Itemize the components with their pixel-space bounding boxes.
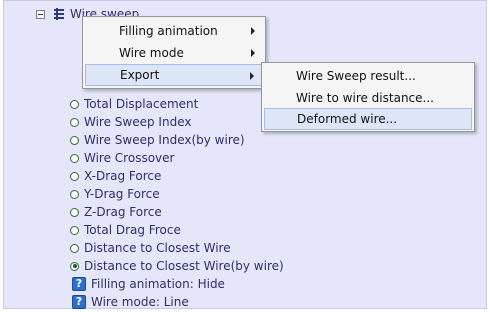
radio-icon[interactable]	[70, 207, 79, 217]
tree-item-filling-animation-info[interactable]: ? Filling animation: Hide	[72, 275, 225, 293]
tree-item-label: Wire Sweep Index	[84, 115, 192, 129]
tree-item-label: Distance to Closest Wire(by wire)	[84, 259, 284, 273]
tree-item-label: Wire Crossover	[84, 151, 175, 165]
tree-item-label: Wire Sweep Index(by wire)	[84, 133, 245, 147]
menu-item-label: Wire to wire distance...	[296, 91, 434, 105]
menu-item-wire-to-wire-distance[interactable]: Wire to wire distance...	[264, 87, 472, 109]
context-menu: Filling animation Wire mode Export	[82, 16, 266, 89]
collapse-icon[interactable]	[36, 9, 45, 19]
menu-item-label: Wire Sweep result...	[296, 69, 416, 83]
wire-sweep-icon	[54, 8, 64, 20]
submenu-arrow-icon	[250, 72, 254, 80]
tree-item-label: Filling animation: Hide	[91, 277, 225, 291]
tree-item-distance-closest-wire-by-wire[interactable]: Distance to Closest Wire(by wire)	[70, 257, 284, 275]
tree-item-label: Total Displacement	[84, 97, 199, 111]
menu-item-label: Deformed wire...	[297, 112, 398, 126]
submenu-arrow-icon	[251, 49, 255, 57]
tree-item-label: Y-Drag Force	[84, 187, 160, 201]
tree-item-y-drag-force[interactable]: Y-Drag Force	[70, 185, 160, 203]
help-icon: ?	[72, 295, 86, 309]
radio-icon[interactable]	[70, 243, 79, 253]
menu-item-wire-mode[interactable]: Wire mode	[85, 42, 263, 64]
radio-icon[interactable]	[70, 153, 79, 163]
radio-icon[interactable]	[70, 135, 79, 145]
menu-item-label: Wire mode	[119, 46, 184, 60]
tree-item-label: Total Drag Froce	[84, 223, 181, 237]
tree-item-label: X-Drag Force	[84, 169, 162, 183]
radio-icon[interactable]	[70, 225, 79, 235]
menu-item-filling-animation[interactable]: Filling animation	[85, 20, 263, 42]
tree-item-wire-sweep-index[interactable]: Wire Sweep Index	[70, 113, 191, 131]
help-icon: ?	[72, 277, 86, 291]
menu-item-wire-sweep-result[interactable]: Wire Sweep result...	[264, 65, 472, 87]
tree-item-label: Wire mode: Line	[91, 295, 189, 309]
tree-item-label: Distance to Closest Wire	[84, 241, 231, 255]
tree-item-label: Z-Drag Force	[84, 205, 162, 219]
menu-item-deformed-wire[interactable]: Deformed wire...	[264, 108, 472, 130]
menu-item-export[interactable]: Export	[85, 64, 263, 86]
radio-icon[interactable]	[70, 117, 79, 127]
menu-item-label: Filling animation	[119, 24, 218, 38]
tree-item-total-drag-force[interactable]: Total Drag Froce	[70, 221, 181, 239]
tree-item-total-displacement[interactable]: Total Displacement	[70, 95, 198, 113]
submenu-arrow-icon	[251, 27, 255, 35]
tree-item-wire-crossover[interactable]: Wire Crossover	[70, 149, 174, 167]
export-submenu: Wire Sweep result... Wire to wire distan…	[261, 62, 475, 132]
radio-icon[interactable]	[70, 99, 79, 109]
tree-item-z-drag-force[interactable]: Z-Drag Force	[70, 203, 162, 221]
radio-icon[interactable]	[70, 171, 79, 181]
menu-item-label: Export	[120, 68, 160, 82]
radio-selected-icon[interactable]	[70, 261, 79, 271]
tree-item-distance-closest-wire[interactable]: Distance to Closest Wire	[70, 239, 231, 257]
radio-icon[interactable]	[70, 189, 79, 199]
tree-item-wire-sweep-index-by-wire[interactable]: Wire Sweep Index(by wire)	[70, 131, 245, 149]
tree-item-wire-mode-info[interactable]: ? Wire mode: Line	[72, 293, 189, 311]
tree-item-x-drag-force[interactable]: X-Drag Force	[70, 167, 161, 185]
